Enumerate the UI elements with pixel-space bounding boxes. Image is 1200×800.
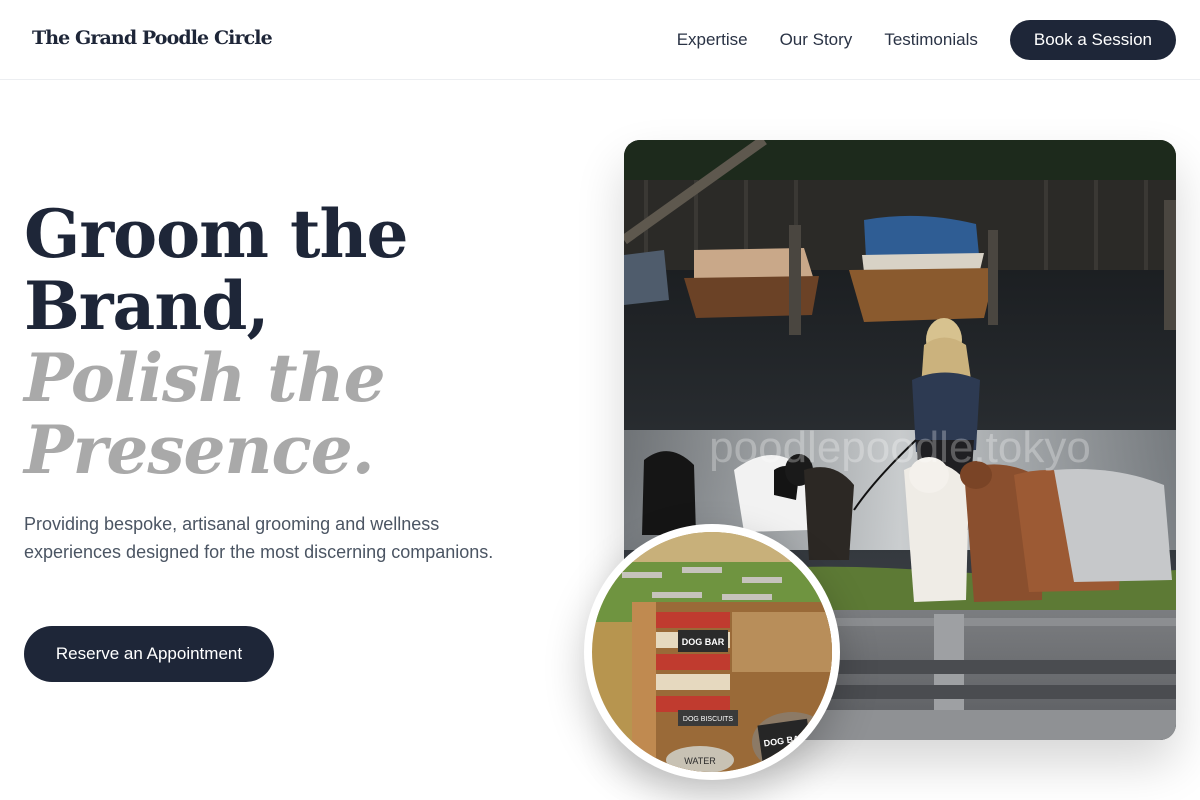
nav-link-testimonials[interactable]: Testimonials: [884, 30, 978, 50]
hero-title-line: Groom the: [24, 195, 408, 273]
inset-sign-dog-biscuits: DOG BISCUITS: [683, 716, 734, 723]
nav-link-our-story[interactable]: Our Story: [780, 30, 853, 50]
main-photo-watermark: poodlepoodle.tokyo: [709, 423, 1091, 472]
hero-title: Groom the Brand, Polish the Presence.: [24, 198, 584, 486]
inset-sign-water: WATER: [684, 756, 716, 766]
hero-title-line: Brand,: [24, 267, 269, 345]
main-nav: Expertise Our Story Testimonials Book a …: [677, 20, 1176, 60]
site-logo[interactable]: The Grand Poodle Circle: [32, 27, 273, 49]
site-header: The Grand Poodle Circle Expertise Our St…: [0, 0, 1200, 80]
hero-inset-photo: DOG BAR DOG BISCUITS WATER DOG BA: [584, 524, 840, 780]
hero-title-italic-line: Polish the: [24, 339, 386, 417]
hero-description: Providing bespoke, artisanal grooming an…: [24, 514, 494, 562]
inset-sign-dog-bar: DOG BAR: [682, 637, 725, 647]
book-session-button[interactable]: Book a Session: [1009, 20, 1176, 60]
inset-photo-frame: DOG BAR DOG BISCUITS WATER DOG BA: [592, 532, 832, 772]
reserve-appointment-button[interactable]: Reserve an Appointment: [24, 626, 274, 682]
hero-title-italic-line: Presence.: [24, 411, 375, 489]
nav-link-expertise[interactable]: Expertise: [677, 30, 748, 50]
